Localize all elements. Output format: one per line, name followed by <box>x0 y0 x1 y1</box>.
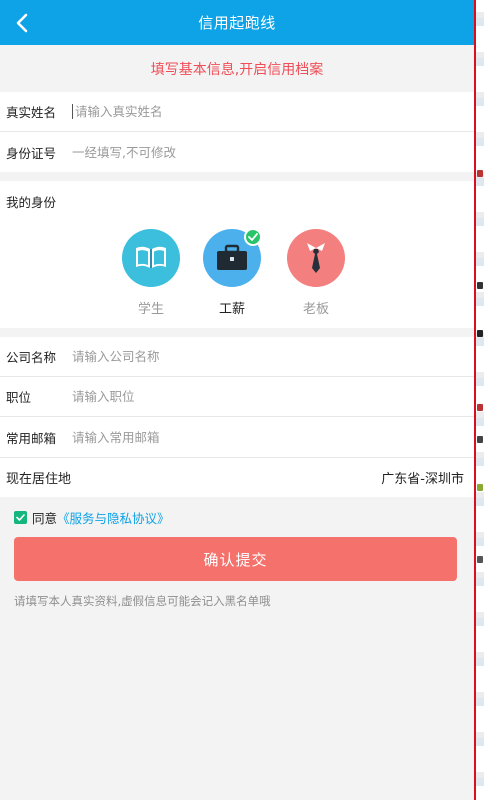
identity-option-employee[interactable]: 工薪 <box>202 228 262 317</box>
id-number-row: 身份证号 <box>0 132 474 172</box>
nav-bar: 信用起跑线 <box>0 0 474 45</box>
briefcase-icon <box>217 244 247 270</box>
tie-icon <box>307 243 325 273</box>
identity-section: 我的身份 学生 工薪 老板 <box>0 181 474 328</box>
employee-icon-circle <box>203 228 262 287</box>
divider <box>0 328 474 337</box>
strip-mark <box>477 282 483 289</box>
company-row: 公司名称 <box>0 337 474 377</box>
position-label: 职位 <box>6 390 32 405</box>
strip-mark <box>477 330 483 337</box>
email-input[interactable] <box>72 429 452 445</box>
strip-mark <box>477 484 483 491</box>
boss-icon-circle <box>287 229 345 287</box>
page-title: 信用起跑线 <box>198 14 276 32</box>
employee-label: 工薪 <box>218 302 245 317</box>
checkmark-icon <box>16 513 25 521</box>
work-info-section: 公司名称 职位 常用邮箱 <box>0 337 474 457</box>
red-edge-line <box>474 0 476 800</box>
chevron-left-icon <box>16 13 28 33</box>
real-name-row: 真实姓名 <box>0 92 474 132</box>
id-number-label: 身份证号 <box>6 145 57 161</box>
strip-mark <box>477 170 483 177</box>
selected-check-icon <box>244 228 262 246</box>
real-name-label: 真实姓名 <box>6 105 57 120</box>
position-row: 职位 <box>0 377 474 417</box>
info-banner: 填写基本信息,开启信用档案 <box>0 45 474 92</box>
identity-option-boss[interactable]: 老板 <box>286 229 346 317</box>
position-input[interactable] <box>72 389 452 404</box>
strip-mark <box>477 404 483 411</box>
email-label: 常用邮箱 <box>6 430 57 446</box>
app-screen: 信用起跑线 填写基本信息,开启信用档案 真实姓名 身份证号 我的身份 <box>0 0 474 800</box>
right-edge-strip <box>474 0 484 800</box>
disclaimer-note: 请填写本人真实资料,虚假信息可能会记入黑名单哦 <box>14 594 271 608</box>
residence-value[interactable]: 广东省-深圳市 <box>381 468 464 487</box>
student-label: 学生 <box>137 302 164 317</box>
company-label: 公司名称 <box>6 350 57 365</box>
residence-row[interactable]: 现在居住地 广东省-深圳市 <box>0 457 474 497</box>
submit-button[interactable]: 确认提交 <box>14 537 457 581</box>
agreement-row: 同意 《服务与隐私协议》 <box>0 497 474 537</box>
divider <box>0 172 474 181</box>
company-input[interactable] <box>72 349 452 364</box>
identity-label: 我的身份 <box>6 195 57 210</box>
residence-label: 现在居住地 <box>6 472 72 487</box>
boss-label: 老板 <box>302 302 329 317</box>
back-button[interactable] <box>8 9 36 37</box>
student-icon-circle <box>122 229 180 287</box>
basic-info-section: 真实姓名 身份证号 <box>0 92 474 172</box>
identity-option-student[interactable]: 学生 <box>121 229 181 317</box>
agreement-prefix: 同意 <box>32 510 58 526</box>
agreement-checkbox[interactable] <box>14 510 27 524</box>
agreement-link[interactable]: 《服务与隐私协议》 <box>57 508 170 527</box>
strip-mark <box>477 556 483 563</box>
real-name-input[interactable] <box>72 104 452 119</box>
id-number-input[interactable] <box>72 144 452 160</box>
book-icon <box>136 246 166 268</box>
email-row: 常用邮箱 <box>0 417 474 457</box>
strip-mark <box>477 436 483 443</box>
